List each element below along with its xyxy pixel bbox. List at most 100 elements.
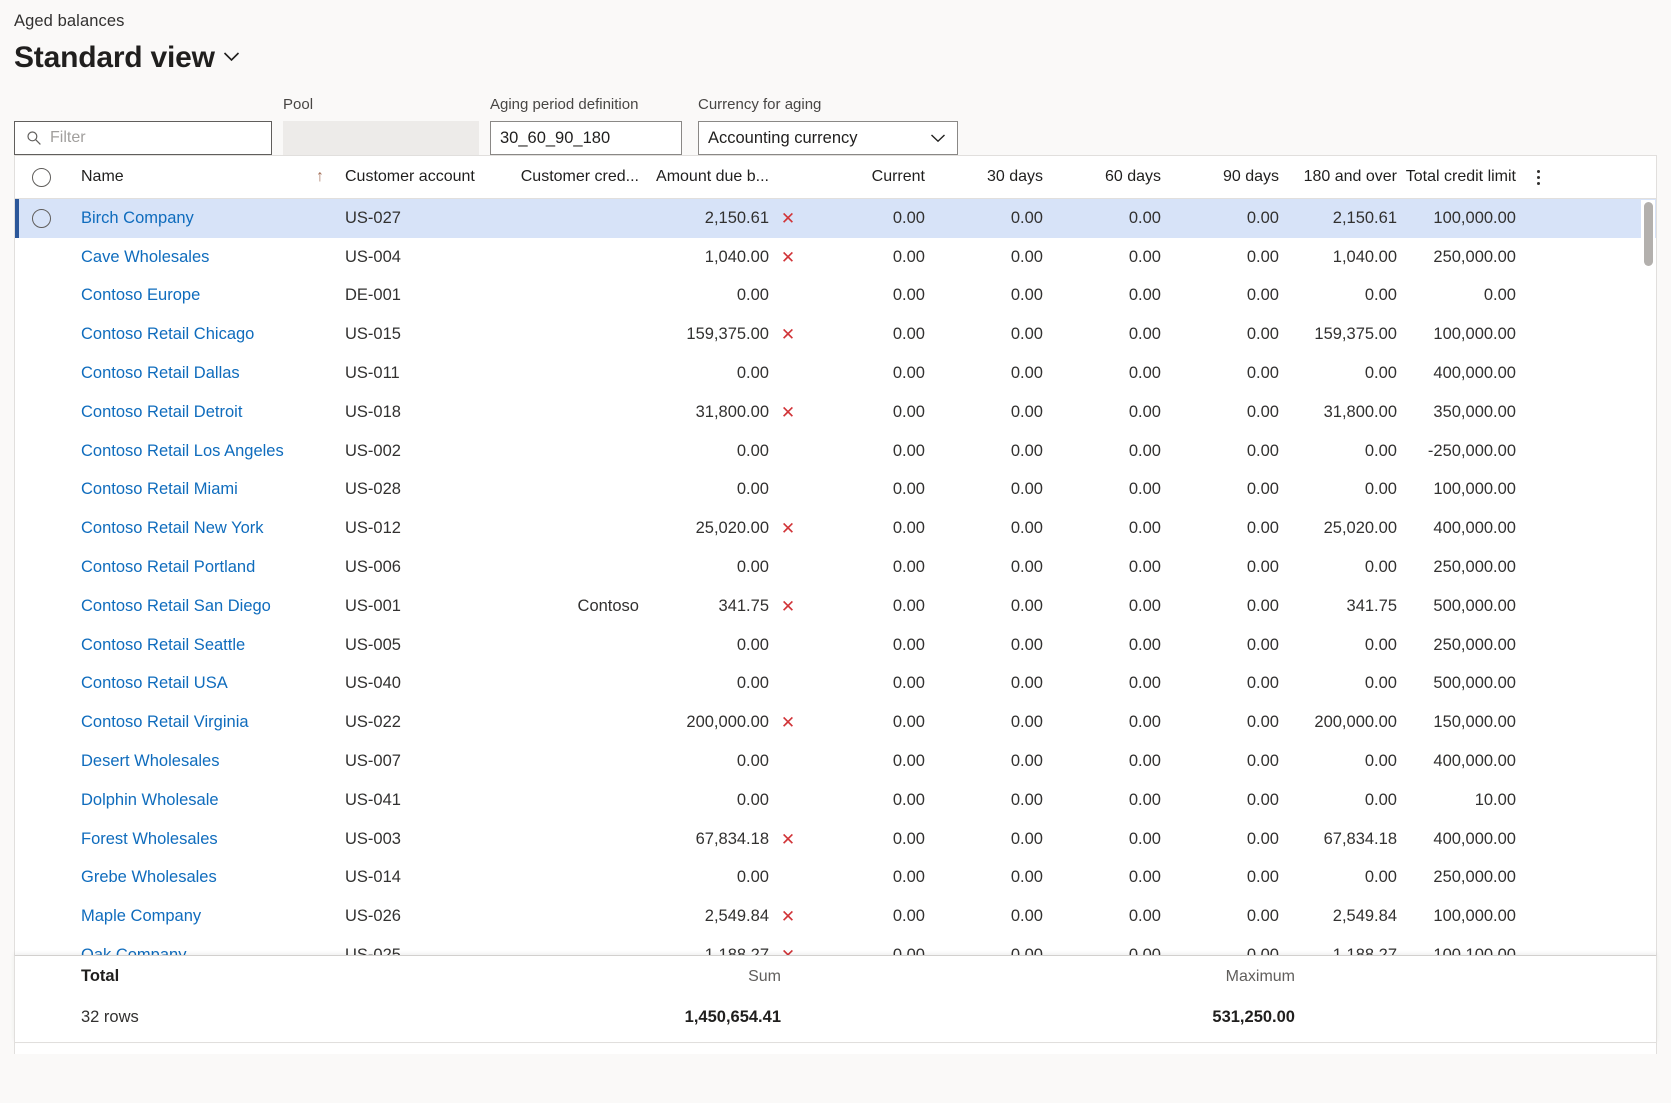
cell-name[interactable]: Dolphin Wholesale — [67, 791, 305, 810]
sort-ascending-icon[interactable]: ↑ — [305, 169, 335, 185]
column-header-amount-due[interactable]: Amount due b... — [641, 168, 769, 186]
table-row[interactable]: Contoso Retail VirginiaUS-022200,000.00✕… — [15, 703, 1656, 742]
cell-name[interactable]: Grebe Wholesales — [67, 868, 305, 887]
column-header-30-days[interactable]: 30 days — [925, 168, 1043, 186]
table-row[interactable]: Cave WholesalesUS-0041,040.00✕0.000.000.… — [15, 238, 1656, 277]
table-row[interactable]: Contoso Retail DetroitUS-01831,800.00✕0.… — [15, 393, 1656, 432]
cell-name[interactable]: Contoso Retail USA — [67, 674, 305, 693]
table-row[interactable]: Forest WholesalesUS-00367,834.18✕0.000.0… — [15, 820, 1656, 859]
cell-60-days: 0.00 — [1043, 209, 1161, 228]
column-header-60-days[interactable]: 60 days — [1043, 168, 1161, 186]
cell-amount-due: 0.00 — [641, 286, 769, 305]
table-row[interactable]: Contoso Retail USAUS-0400.000.000.000.00… — [15, 665, 1656, 704]
column-header-customer-credit[interactable]: Customer cred... — [511, 168, 641, 186]
credit-exceeded-icon[interactable]: ✕ — [769, 714, 807, 731]
column-header-180-and-over[interactable]: 180 and over — [1279, 168, 1397, 186]
cell-total-credit-limit: 400,000.00 — [1397, 519, 1519, 538]
column-header-name[interactable]: Name — [67, 168, 305, 186]
column-header-customer-account[interactable]: Customer account — [335, 168, 511, 186]
table-row[interactable]: Contoso Retail PortlandUS-0060.000.000.0… — [15, 548, 1656, 587]
pool-field[interactable] — [283, 121, 479, 155]
chevron-down-icon[interactable] — [930, 133, 957, 143]
table-row[interactable]: Dolphin WholesaleUS-0410.000.000.000.000… — [15, 781, 1656, 820]
x-icon: ✕ — [781, 210, 795, 227]
aging-period-definition-label: Aging period definition — [490, 95, 682, 114]
totals-sum-value: 1,450,654.41 — [653, 1008, 781, 1027]
credit-exceeded-icon[interactable]: ✕ — [769, 908, 807, 925]
cell-name[interactable]: Desert Wholesales — [67, 752, 305, 771]
cell-name[interactable]: Maple Company — [67, 907, 305, 926]
table-row[interactable]: Contoso Retail New YorkUS-01225,020.00✕0… — [15, 509, 1656, 548]
cell-180-and-over: 67,834.18 — [1279, 830, 1397, 849]
table-row[interactable]: Contoso Retail San DiegoUS-001Contoso341… — [15, 587, 1656, 626]
credit-exceeded-icon[interactable]: ✕ — [769, 210, 807, 227]
cell-name[interactable]: Cave Wholesales — [67, 248, 305, 267]
row-select-radio[interactable] — [15, 209, 67, 228]
cell-name[interactable]: Contoso Retail Virginia — [67, 713, 305, 732]
select-all-radio[interactable] — [15, 168, 67, 187]
cell-name[interactable]: Contoso Retail Portland — [67, 558, 305, 577]
table-row[interactable]: Contoso Retail MiamiUS-0280.000.000.000.… — [15, 471, 1656, 510]
cell-name[interactable]: Contoso Retail New York — [67, 519, 305, 538]
currency-for-aging-select[interactable]: Accounting currency — [698, 121, 958, 155]
credit-exceeded-icon[interactable]: ✕ — [769, 404, 807, 421]
cell-name[interactable]: Birch Company — [67, 209, 305, 228]
cell-30-days: 0.00 — [925, 403, 1043, 422]
cell-customer-account: US-001 — [335, 597, 511, 616]
cell-name[interactable]: Contoso Retail Seattle — [67, 636, 305, 655]
cell-customer-account: US-007 — [335, 752, 511, 771]
table-row[interactable]: Contoso EuropeDE-0010.000.000.000.000.00… — [15, 277, 1656, 316]
cell-current: 0.00 — [807, 403, 925, 422]
grid-vertical-scrollbar[interactable] — [1641, 200, 1655, 1054]
cell-60-days: 0.00 — [1043, 597, 1161, 616]
cell-90-days: 0.00 — [1161, 364, 1279, 383]
credit-exceeded-icon[interactable]: ✕ — [769, 326, 807, 343]
cell-name[interactable]: Contoso Retail Detroit — [67, 403, 305, 422]
table-row[interactable]: Contoso Retail ChicagoUS-015159,375.00✕0… — [15, 315, 1656, 354]
cell-name[interactable]: Forest Wholesales — [67, 830, 305, 849]
cell-30-days: 0.00 — [925, 907, 1043, 926]
chevron-down-icon[interactable] — [223, 49, 240, 67]
filter-input[interactable]: Filter — [50, 128, 86, 148]
cell-name[interactable]: Contoso Retail Chicago — [67, 325, 305, 344]
more-options-icon[interactable] — [1519, 170, 1557, 185]
cell-current: 0.00 — [807, 674, 925, 693]
x-icon: ✕ — [781, 714, 795, 731]
cell-total-credit-limit: 0.00 — [1397, 286, 1519, 305]
cell-30-days: 0.00 — [925, 674, 1043, 693]
cell-name[interactable]: Contoso Retail Los Angeles — [67, 442, 305, 461]
totals-title: Total — [67, 967, 319, 986]
column-header-current[interactable]: Current — [807, 168, 925, 186]
table-row[interactable]: Maple CompanyUS-0262,549.84✕0.000.000.00… — [15, 897, 1656, 936]
cell-amount-due: 159,375.00 — [641, 325, 769, 344]
cell-current: 0.00 — [807, 286, 925, 305]
breadcrumb[interactable]: Aged balances — [14, 10, 1671, 32]
cell-180-and-over: 0.00 — [1279, 558, 1397, 577]
cell-current: 0.00 — [807, 830, 925, 849]
column-header-90-days[interactable]: 90 days — [1161, 168, 1279, 186]
aging-period-definition-field[interactable]: 30_60_90_180 — [490, 121, 682, 155]
credit-exceeded-icon[interactable]: ✕ — [769, 520, 807, 537]
filter-input-wrapper[interactable]: Filter — [14, 121, 272, 155]
column-header-total-credit-limit[interactable]: Total credit limit — [1397, 168, 1519, 186]
credit-exceeded-icon[interactable]: ✕ — [769, 598, 807, 615]
table-row[interactable]: Desert WholesalesUS-0070.000.000.000.000… — [15, 742, 1656, 781]
cell-total-credit-limit: 400,000.00 — [1397, 830, 1519, 849]
table-row[interactable]: Contoso Retail SeattleUS-0050.000.000.00… — [15, 626, 1656, 665]
cell-name[interactable]: Contoso Retail Miami — [67, 480, 305, 499]
credit-exceeded-icon[interactable]: ✕ — [769, 249, 807, 266]
cell-amount-due: 31,800.00 — [641, 403, 769, 422]
table-row[interactable]: Birch CompanyUS-0272,150.61✕0.000.000.00… — [15, 199, 1656, 238]
cell-name[interactable]: Contoso Retail San Diego — [67, 597, 305, 616]
table-row[interactable]: Contoso Retail DallasUS-0110.000.000.000… — [15, 354, 1656, 393]
cell-60-days: 0.00 — [1043, 403, 1161, 422]
cell-name[interactable]: Contoso Retail Dallas — [67, 364, 305, 383]
table-row[interactable]: Grebe WholesalesUS-0140.000.000.000.000.… — [15, 859, 1656, 898]
cell-180-and-over: 0.00 — [1279, 480, 1397, 499]
cell-customer-account: US-011 — [335, 364, 511, 383]
table-row[interactable]: Contoso Retail Los AngelesUS-0020.000.00… — [15, 432, 1656, 471]
grid-scrollbar-thumb[interactable] — [1644, 202, 1653, 266]
credit-exceeded-icon[interactable]: ✕ — [769, 831, 807, 848]
cell-60-days: 0.00 — [1043, 442, 1161, 461]
cell-name[interactable]: Contoso Europe — [67, 286, 305, 305]
